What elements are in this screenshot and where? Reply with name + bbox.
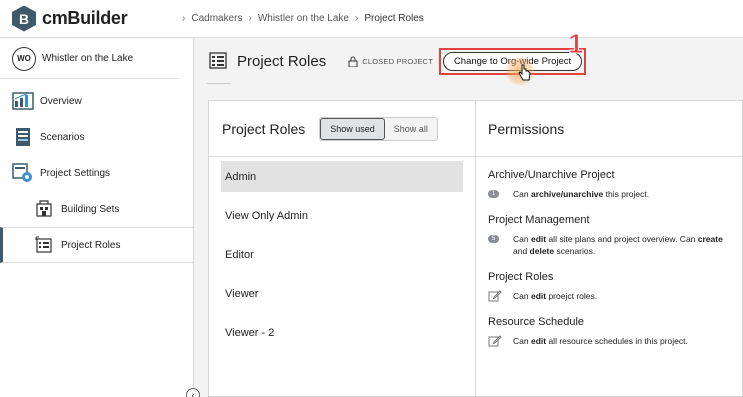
text: Can [513,189,531,199]
permission-description: 5 Can edit all site plans and project ov… [488,233,732,257]
logo-mark: B [12,5,36,32]
role-item[interactable]: Editor [221,239,463,270]
header-divider [207,83,231,84]
permission-description: Can edit proejct roles. [488,290,732,302]
show-all-button[interactable]: Show all [385,118,437,140]
permission-title: Project Management [488,214,590,226]
roles-panel: Project Roles Show used Show all Admin V… [208,100,475,397]
permissions-panel-header: Permissions [476,101,742,157]
project-status: CLOSED PROJECT [348,56,433,67]
text-bold: create [697,234,723,244]
permission-group: Resource Schedule Can edit all resource … [488,316,732,347]
text: this project. [603,189,650,199]
show-used-button[interactable]: Show used [320,117,385,140]
permission-description: 1 Can archive/unarchive this project. [488,188,732,200]
roles-panel-header: Project Roles Show used Show all [209,101,475,157]
sidebar-item-label: Project Settings [40,167,111,179]
sidebar-item-project-settings[interactable]: Project Settings [0,155,193,191]
count-badge: 5 [488,235,499,243]
permission-group: Project Management 5 Can edit all site p… [488,214,732,257]
text-bold: edit [530,336,547,346]
project-avatar: WO [12,46,36,71]
sidebar-item-building-sets[interactable]: Building Sets [0,191,193,227]
sidebar-item-overview[interactable]: Overview [0,83,193,119]
page-title: Project Roles [237,53,327,70]
role-item[interactable]: Admin [221,161,463,192]
status-text: CLOSED PROJECT [362,57,433,66]
sidebar-item-label: Overview [40,95,82,107]
permissions-list: Archive/Unarchive Project 1 Can archive/… [476,157,742,347]
permission-title: Project Roles [488,271,554,283]
sidebar-item-label: Scenarios [40,131,85,143]
permission-group: Archive/Unarchive Project 1 Can archive/… [488,169,732,200]
permission-title: Resource Schedule [488,316,585,328]
text: scenarios. [554,246,596,256]
text: Can [513,291,531,301]
sidebar: WO Whistler on the Lake Overview Scenari… [0,39,194,397]
project-name: Whistler on the Lake [42,53,134,64]
permission-title: Archive/Unarchive Project [488,169,615,181]
sidebar-project-header[interactable]: WO Whistler on the Lake [0,39,179,79]
chevron-right-icon: › [355,13,359,24]
breadcrumb-current: Project Roles [364,13,424,24]
text: all resource schedules in this project. [546,336,688,346]
roles-panel-title: Project Roles [222,120,306,137]
breadcrumb-org[interactable]: Cadmakers [191,13,242,24]
role-item[interactable]: Viewer - 2 [221,317,463,348]
roles-filter-toggle: Show used Show all [319,116,438,141]
lock-icon [348,56,358,67]
count-badge: 1 [488,190,499,198]
overview-icon [12,90,34,112]
text: Can [513,336,531,346]
permission-description: Can edit all resource schedules in this … [488,335,732,347]
permission-group: Project Roles Can edit proejct roles. [488,271,732,302]
sidebar-item-scenarios[interactable]: Scenarios [0,119,193,155]
text-bold: archive/unarchive [530,189,604,199]
sidebar-item-label: Project Roles [61,239,121,251]
text-bold: edit [530,234,547,244]
scenarios-icon [12,126,34,148]
text: proejct roles. [546,291,598,301]
breadcrumb: › Cadmakers › Whistler on the Lake › Pro… [176,13,424,24]
step-number-annotation: 1 [568,28,585,60]
text-bold: delete [529,246,555,256]
chevron-right-icon: › [182,13,186,24]
edit-icon [488,335,502,347]
permissions-panel: Permissions Archive/Unarchive Project 1 … [475,100,743,397]
project-roles-icon [33,234,55,256]
text: and [513,246,530,256]
text: Can [513,234,531,244]
edit-icon [488,290,502,302]
sidebar-item-label: Building Sets [61,203,120,215]
roles-list: Admin View Only Admin Editor Viewer View… [209,157,475,348]
permissions-panel-title: Permissions [488,120,565,137]
app-name: cmBuilder [42,8,128,28]
text-bold: edit [530,291,547,301]
chevron-right-icon: › [248,13,252,24]
sidebar-item-project-roles[interactable]: Project Roles [0,227,193,263]
app-logo[interactable]: B cmBuilder [12,5,162,32]
role-item[interactable]: Viewer [221,278,463,309]
building-sets-icon [33,198,55,220]
project-roles-icon [207,49,229,74]
hand-cursor-icon [518,64,532,87]
sidebar-collapse-button[interactable]: ‹ [186,388,200,397]
role-item[interactable]: View Only Admin [221,200,463,231]
project-settings-icon [12,162,34,184]
breadcrumb-project[interactable]: Whistler on the Lake [258,13,349,24]
top-bar: B cmBuilder › Cadmakers › Whistler on th… [0,0,743,38]
text: all site plans and project overview. Can [546,234,698,244]
